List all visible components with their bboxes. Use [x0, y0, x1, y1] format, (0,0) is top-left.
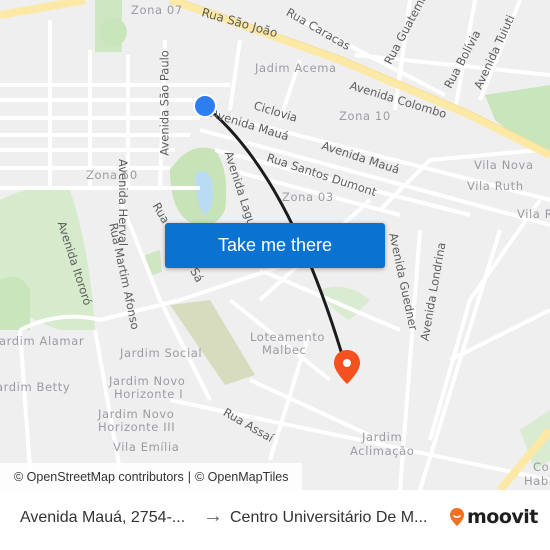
openmaptiles-attribution-link[interactable]: © OpenMapTiles [195, 470, 289, 484]
origin-label: Avenida Mauá, 2754-... [20, 509, 186, 526]
moovit-logo[interactable]: moovit [449, 506, 538, 528]
map-label-jardim-social: Jardim Social [120, 346, 203, 360]
map-label-vila-emilia: Vila Emília [113, 440, 180, 454]
origin-marker-icon[interactable] [192, 93, 218, 119]
map-label-loteamento: Loteamento [250, 330, 325, 344]
map-attribution: © OpenStreetMap contributors | © OpenMap… [0, 463, 303, 490]
take-me-there-button[interactable]: Take me there [165, 223, 385, 268]
map-label-vila-r: Vila R [517, 207, 550, 221]
map-label-zona-10: Zona 10 [339, 109, 391, 123]
map-view[interactable]: Zona 07 Rua São João Rua Caracas Rua Gua… [0, 0, 550, 490]
destination-label: Centro Universitário De M... [230, 509, 428, 526]
destination-pin-icon[interactable] [332, 348, 362, 388]
map-label-jardim-betty: Jardim Betty [0, 380, 71, 394]
map-label-vila-ruth: Vila Ruth [467, 179, 524, 193]
map-label-jardim-aclimacao-2: Aclimação [350, 444, 415, 458]
map-label-jardim-novo-horizonte-iii-2: Horizonte III [98, 420, 176, 434]
map-label-jardim-novo-horizonte-i-1: Jardim Novo [109, 374, 186, 388]
map-label-jardim-aclimacao-1: Jardim [362, 430, 403, 444]
route-summary-bar: Avenida Mauá, 2754-... → Centro Universi… [0, 490, 550, 550]
map-label-jardim-novo-horizonte-i-2: Horizonte I [114, 387, 184, 401]
map-label-vila-nova: Vila Nova [474, 158, 534, 172]
arrow-right-icon: → [203, 505, 223, 527]
map-label-jardim-acema: Jadim Acema [255, 61, 337, 75]
map-label-conjunto-1: Co [533, 460, 550, 474]
map-label-zona-50: Zona 50 [86, 168, 138, 182]
map-label-jardim-alamar: Jardim Alamar [0, 334, 85, 348]
map-label-avenida-sao-paulo: Avenida São Paulo [157, 50, 172, 156]
map-label-zona-03: Zona 03 [282, 190, 334, 204]
moovit-wordmark: moovit [467, 506, 538, 528]
attribution-separator: | [187, 469, 191, 484]
moovit-pin-icon [450, 508, 464, 526]
map-label-conjunto-2: Habi [524, 474, 550, 488]
map-label-jardim-novo-horizonte-iii-1: Jardim Novo [98, 407, 175, 421]
osm-attribution-link[interactable]: © OpenStreetMap contributors [14, 470, 184, 484]
map-label-malbec: Malbec [262, 343, 307, 357]
map-label-zona-07: Zona 07 [131, 3, 183, 17]
